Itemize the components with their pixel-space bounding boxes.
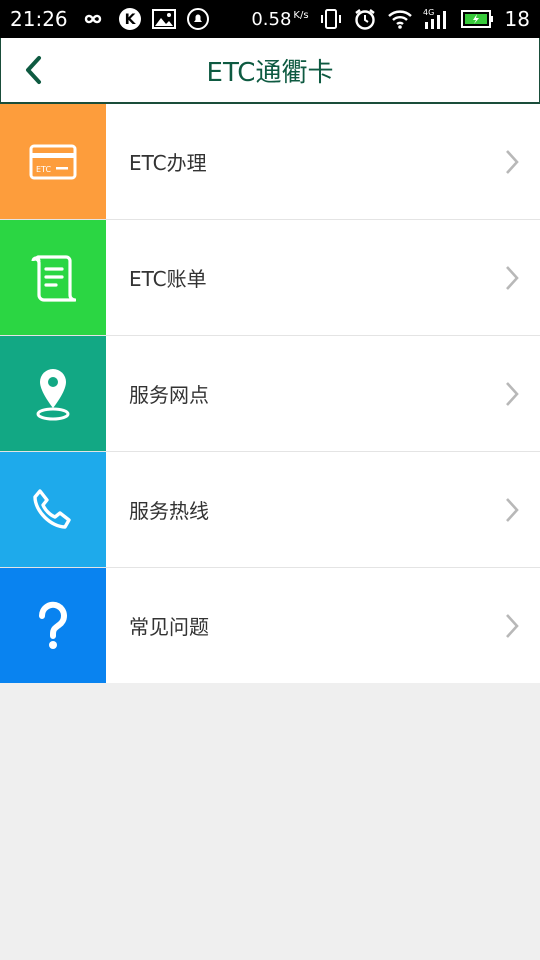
- chevron-right-icon: [506, 149, 519, 174]
- menu-item-label: ETC办理: [129, 151, 207, 175]
- menu-item-label: 服务网点: [129, 383, 209, 407]
- notification-bell-icon: [186, 7, 210, 31]
- alarm-icon: [353, 7, 377, 31]
- chevron-right-icon: [506, 497, 519, 522]
- menu-item-label: 服务热线: [129, 499, 209, 523]
- battery-icon: [460, 9, 495, 29]
- menu-item-service-hotline[interactable]: 服务热线: [0, 451, 540, 567]
- battery-level: 18: [504, 7, 530, 31]
- svg-text:K: K: [124, 12, 136, 28]
- bill-scroll-icon: [31, 254, 76, 302]
- status-right: 0.58 K/s 4G 18: [251, 7, 530, 31]
- status-time: 21:26: [10, 7, 68, 31]
- status-left: 21:26 K: [10, 7, 210, 31]
- chevron-right-icon: [506, 381, 519, 406]
- menu-item-service-outlets[interactable]: 服务网点: [0, 335, 540, 451]
- svg-text:ETC: ETC: [36, 165, 51, 174]
- menu-icon-box: [0, 220, 106, 335]
- menu-item-label: ETC账单: [129, 267, 207, 291]
- location-pin-icon: [36, 368, 70, 420]
- menu-item-etc-apply[interactable]: ETC ETC办理: [0, 104, 540, 219]
- chevron-right-icon: [506, 613, 519, 638]
- image-icon: [151, 8, 176, 30]
- menu-icon-box: [0, 452, 106, 567]
- network-type-label: 4G: [423, 8, 434, 17]
- vibrate-icon: [319, 7, 343, 31]
- wifi-icon: [387, 8, 413, 30]
- menu-item-etc-bill[interactable]: ETC账单: [0, 219, 540, 335]
- menu-item-faq[interactable]: 常见问题: [0, 567, 540, 683]
- etc-card-icon: ETC: [29, 144, 77, 179]
- k-app-icon: K: [118, 7, 142, 31]
- menu-item-label: 常见问题: [129, 615, 209, 639]
- page-title: ETC通衢卡: [206, 57, 334, 88]
- menu-list: ETC ETC办理 ETC账单 服务网点 服务热线 常见问题: [0, 104, 540, 683]
- question-icon: [38, 601, 67, 649]
- menu-icon-box: [0, 568, 106, 683]
- status-bar: 21:26 K 0.58 K/s 4G 18: [0, 0, 540, 38]
- network-speed: 0.58 K/s: [251, 8, 309, 30]
- infinity-icon: [78, 9, 108, 29]
- menu-icon-box: ETC: [0, 104, 106, 219]
- header: ETC通衢卡: [0, 38, 540, 104]
- cell-signal-icon: 4G: [423, 7, 451, 31]
- menu-icon-box: [0, 336, 106, 451]
- phone-icon: [33, 488, 71, 529]
- chevron-right-icon: [506, 265, 519, 290]
